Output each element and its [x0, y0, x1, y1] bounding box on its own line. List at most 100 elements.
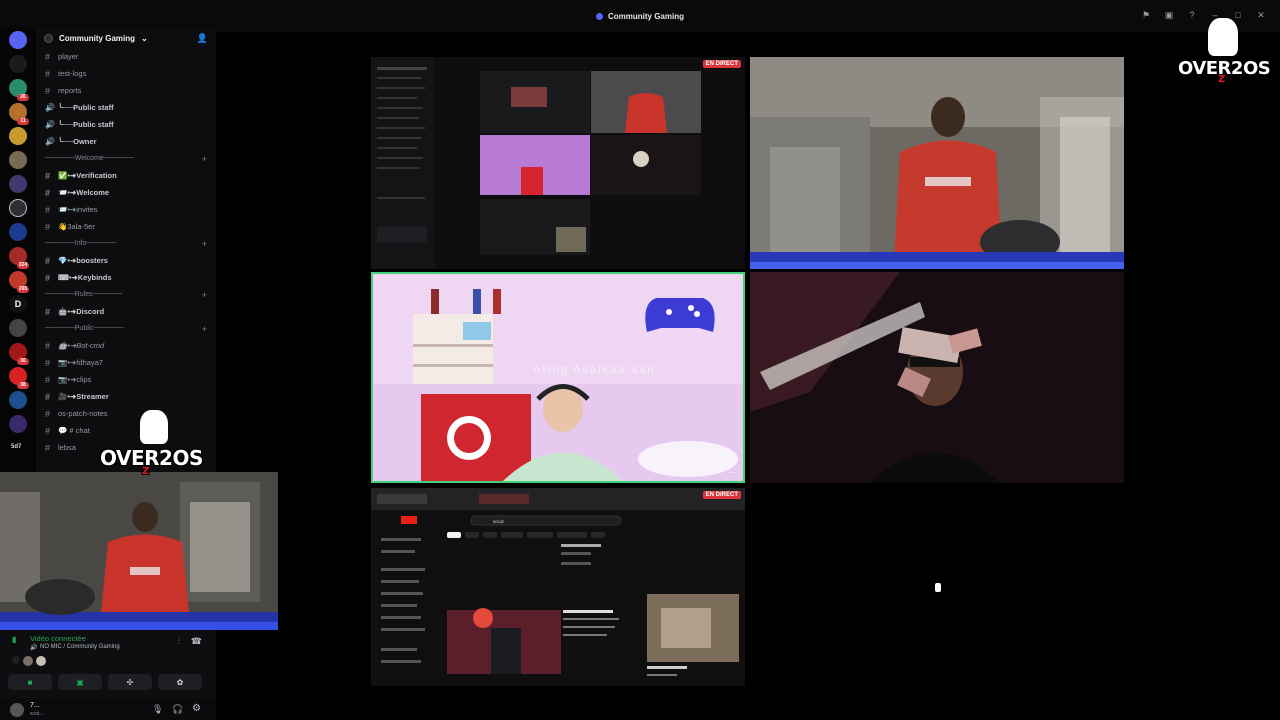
- noise-suppression-icon[interactable]: ⫶: [178, 636, 180, 647]
- video-tile-youtube-share[interactable]: sol.ar EN DIRECT: [371, 488, 745, 686]
- avatar[interactable]: [10, 703, 24, 717]
- close-icon[interactable]: ✕: [1256, 10, 1266, 20]
- text-channel-item[interactable]: # os-patch-notes: [36, 405, 216, 422]
- screen-share-content: [371, 57, 701, 269]
- channel-category[interactable]: ──────Welcome────── +: [36, 150, 216, 167]
- text-channel-item[interactable]: # player: [36, 48, 216, 65]
- channel-category[interactable]: ──────Info────── +: [36, 235, 216, 252]
- help-icon[interactable]: ?: [1187, 10, 1197, 20]
- add-channel-icon[interactable]: +: [202, 324, 207, 334]
- voice-channel-item[interactable]: 🔊 ╰──Public staff: [36, 99, 216, 116]
- activities-icon: ✣: [126, 677, 134, 687]
- youtube-search-input[interactable]: sol.ar: [493, 519, 504, 524]
- text-channel-item[interactable]: # 📨•➜Welcome: [36, 184, 216, 201]
- server-icon[interactable]: [9, 127, 27, 145]
- server-icon[interactable]: [9, 415, 27, 433]
- server-header[interactable]: Community Gaming ⌄ 👤: [36, 28, 216, 48]
- category-label: ──────Public──────: [45, 325, 124, 332]
- server-icon[interactable]: [9, 319, 27, 337]
- text-channel-item[interactable]: # 👋3ala-5er: [36, 218, 216, 235]
- mascot-icon: [1208, 18, 1238, 56]
- channel-label: ✅•➜Verification: [58, 171, 117, 180]
- server-icon[interactable]: [9, 223, 27, 241]
- video-tile-speaking[interactable]: Aring Asaikaa aan ⋯: [371, 272, 745, 483]
- settings-gear-icon[interactable]: ⚙: [192, 703, 201, 714]
- unread-badge: 26: [17, 94, 29, 101]
- avatar[interactable]: [12, 656, 20, 664]
- user-status: scot...: [30, 711, 44, 717]
- channel-label: 🎥•➜Streamer: [58, 392, 109, 401]
- channel-label: ╰──Public staff: [58, 120, 114, 129]
- add-user-icon[interactable]: 👤: [197, 33, 208, 44]
- text-channel-item[interactable]: # 🎥•➜Streamer: [36, 388, 216, 405]
- channel-list: Community Gaming ⌄ 👤 # player # test-logs # r…: [36, 28, 216, 472]
- avatar[interactable]: [23, 656, 33, 666]
- text-channel-item[interactable]: # 📨•➜invites: [36, 201, 216, 218]
- disconnect-icon[interactable]: ☎: [191, 636, 202, 647]
- headphones-icon[interactable]: 🎧: [172, 704, 183, 715]
- username[interactable]: 7...: [30, 702, 40, 709]
- inbox-icon[interactable]: ▣: [1164, 10, 1174, 20]
- discord-home-icon[interactable]: [9, 31, 27, 49]
- text-channel-item[interactable]: # ⌨•➜Keybinds: [36, 269, 216, 286]
- camera-button[interactable]: ■: [8, 674, 52, 690]
- add-channel-icon[interactable]: +: [202, 239, 207, 249]
- server-icon-d[interactable]: D: [9, 295, 27, 313]
- channel-category[interactable]: ──────Public────── +: [36, 320, 216, 337]
- screen-share-button[interactable]: ▣: [58, 674, 102, 690]
- add-channel-icon[interactable]: +: [202, 154, 207, 164]
- hash-icon: #: [45, 374, 51, 385]
- video-tile-screenshare[interactable]: EN DIRECT: [371, 57, 745, 269]
- channel-label: 💬 # chat: [58, 426, 90, 435]
- webcam-scene: [750, 57, 1124, 269]
- unread-badge: 265: [17, 286, 29, 293]
- text-channel-item[interactable]: # test-logs: [36, 65, 216, 82]
- text-channel-item[interactable]: # ✅•➜Verification: [36, 167, 216, 184]
- server-icon[interactable]: [9, 175, 27, 193]
- camera-scene: [0, 472, 278, 630]
- flag-icon[interactable]: ⚑: [1141, 10, 1151, 20]
- video-tile-webcam[interactable]: [750, 57, 1124, 269]
- maximize-icon[interactable]: □: [1233, 10, 1243, 20]
- hash-icon: #: [45, 272, 51, 283]
- voice-channel-item[interactable]: 🔊 ╰──Owner: [36, 133, 216, 150]
- text-channel-item[interactable]: # 💎•➜boosters: [36, 252, 216, 269]
- text-channel-item[interactable]: # 🤖•➜Discord: [36, 303, 216, 320]
- add-channel-icon[interactable]: +: [202, 290, 207, 300]
- channel-label: 📷•➜clips: [58, 375, 92, 384]
- server-icon[interactable]: [9, 55, 27, 73]
- channel-label: 📨•➜Welcome: [58, 188, 110, 197]
- video-tile-participant[interactable]: [750, 272, 1124, 483]
- speaker-icon: 🔊: [45, 137, 55, 146]
- server-label[interactable]: 5d7: [11, 444, 21, 450]
- server-icon[interactable]: [9, 199, 27, 217]
- user-panel: 7... scot... 🎙 🎧 ⚙: [0, 698, 216, 720]
- voice-channel-item[interactable]: 🔊 ╰──Public staff: [36, 116, 216, 133]
- text-channel-item[interactable]: # 📷•➜clips: [36, 371, 216, 388]
- streamer-logo: OVER2OS Z: [100, 410, 203, 477]
- text-channel-item[interactable]: # 📷•➜fdhaya7: [36, 354, 216, 371]
- avatar[interactable]: [36, 656, 46, 666]
- hash-icon: #: [45, 391, 51, 402]
- chevron-down-icon: ⌄: [141, 33, 148, 43]
- text-channel-item[interactable]: # reports: [36, 82, 216, 99]
- server-icon[interactable]: [9, 391, 27, 409]
- speaker-icon: 🔊: [30, 645, 38, 651]
- soundboard-button[interactable]: ✿: [158, 674, 202, 690]
- text-channel-item[interactable]: # 💬 # chat: [36, 422, 216, 439]
- streamer-logo: OVER2OS Z: [1178, 18, 1271, 85]
- hash-icon: #: [45, 255, 51, 266]
- microphone-icon[interactable]: 🎙: [152, 704, 163, 715]
- unread-badge: 36: [17, 358, 29, 365]
- youtube-content: [371, 488, 745, 686]
- activities-button[interactable]: ✣: [108, 674, 152, 690]
- stream-overlay-text: Aring Asaikaa aan: [533, 364, 656, 376]
- more-options-icon[interactable]: ⋯: [729, 468, 737, 477]
- text-channel-item[interactable]: # 🤖•➜Bot-cmd: [36, 337, 216, 354]
- channel-category[interactable]: ──────Rules────── +: [36, 286, 216, 303]
- unread-badge: 11: [17, 118, 29, 125]
- speaker-icon: 🔊: [45, 103, 55, 112]
- hash-icon: #: [45, 221, 51, 232]
- voice-status[interactable]: Vidéo connectée: [30, 634, 86, 643]
- server-icon[interactable]: [9, 151, 27, 169]
